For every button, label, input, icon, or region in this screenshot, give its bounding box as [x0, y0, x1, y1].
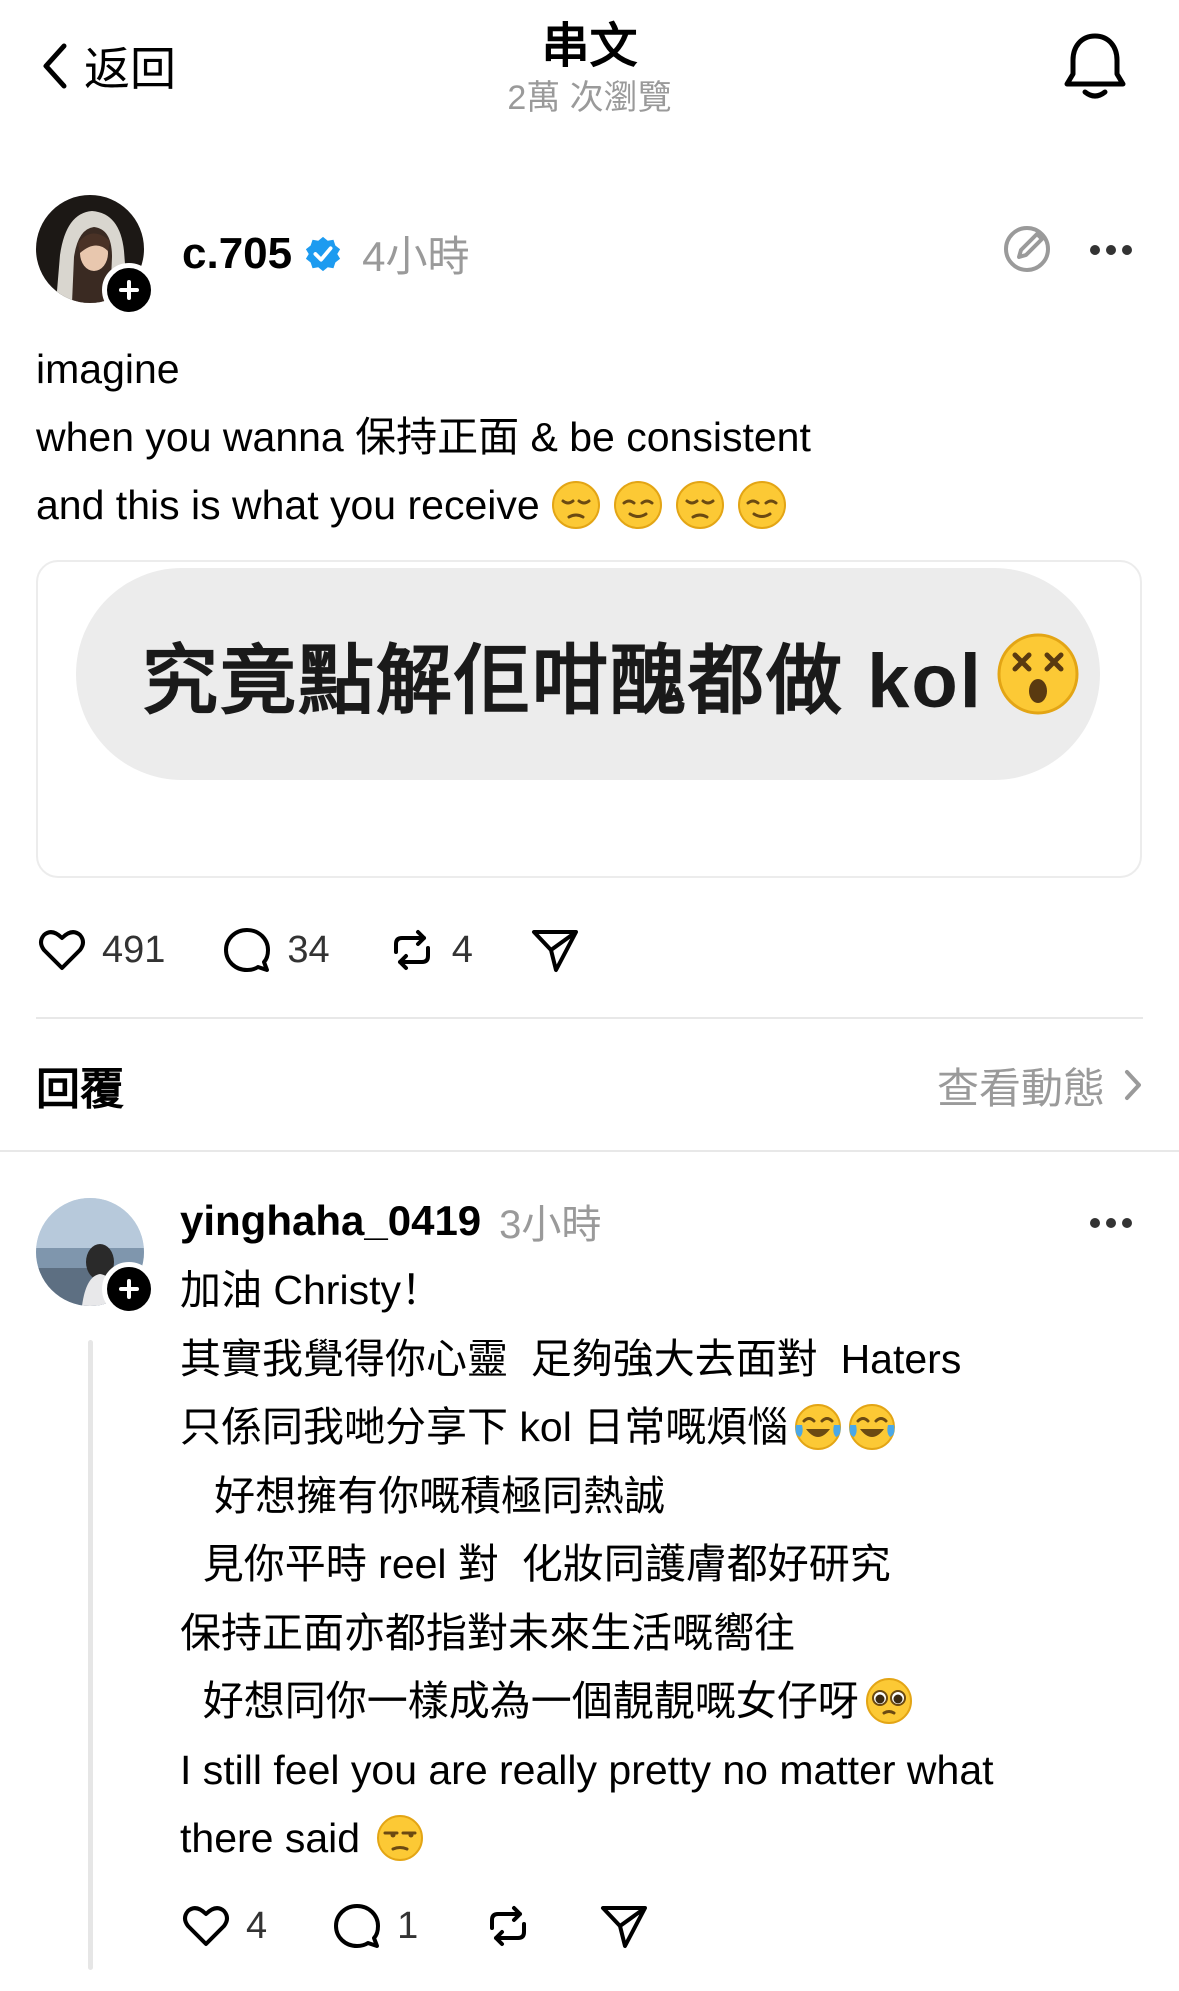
share-icon — [531, 930, 578, 972]
reply-line: 見你平時 reel 對 化妝同護膚都好研究 — [180, 1541, 891, 1587]
reply-username[interactable]: yinghaha_0419 — [180, 1197, 481, 1245]
like-count: 491 — [102, 928, 166, 971]
view-activity-label: 查看動態 — [936, 1064, 1105, 1112]
divider — [0, 1150, 1179, 1152]
reply-line: 保持正面亦都指對未來生活嘅嚮往 — [180, 1609, 795, 1656]
message-bubble: 究竟點解佢咁醜都做 kol — [76, 568, 1100, 780]
repost-button[interactable]: 4 — [386, 924, 473, 976]
relieved-emoji-icon — [737, 481, 786, 529]
replies-header: 回覆 查看動態 — [36, 1050, 1143, 1120]
reply-line: 好想同你一樣成為一個靚靚嘅女仔呀 — [180, 1667, 1140, 1736]
unamused-face-emoji-icon — [377, 1815, 424, 1862]
top-bar: 返回 串文 2萬 次瀏覽 — [0, 0, 1179, 135]
reply-line: there said — [180, 1804, 1140, 1873]
repost-icon — [490, 1906, 527, 1946]
view-activity-link[interactable]: 查看動態 — [937, 1055, 1143, 1116]
follow-button[interactable] — [102, 263, 156, 317]
tears-of-joy-emoji-icon — [795, 1404, 842, 1451]
post-line: imagine — [36, 346, 180, 392]
page-title: 串文 — [541, 20, 638, 73]
reply-text: 加油 Christy！ 其實我覺得你心靈 足夠強大去面對 Haters 只係同我… — [180, 1256, 1140, 1873]
like-button[interactable]: 4 — [180, 1900, 267, 1952]
share-button[interactable] — [529, 924, 581, 976]
divider — [36, 1017, 1143, 1019]
reply-line: 其實我覺得你心靈 足夠強大去面對 Haters — [180, 1335, 962, 1382]
reply-line-text: there said — [180, 1815, 361, 1861]
repost-count: 4 — [451, 928, 473, 971]
reply-actions: 4 1 — [180, 1896, 714, 1956]
follow-button[interactable] — [102, 1262, 156, 1316]
like-count: 4 — [246, 1904, 268, 1947]
more-icon[interactable] — [1089, 243, 1133, 257]
heart-icon — [39, 930, 85, 970]
post-line: and this is what you receive — [36, 471, 1146, 539]
post-time: 4小時 — [362, 233, 470, 280]
reply-line-text: 只係同我哋分享下 kol 日常嘅煩惱 — [180, 1404, 789, 1450]
replies-title: 回覆 — [36, 1065, 124, 1114]
comment-count: 34 — [287, 928, 330, 971]
relieved-emoji-icon — [613, 481, 662, 529]
reply-line: 只係同我哋分享下 kol 日常嘅煩惱 — [180, 1393, 1140, 1462]
post-text: imagine when you wanna 保持正面 & be consist… — [36, 335, 1146, 539]
reply-header: yinghaha_0419 3小時 — [180, 1192, 601, 1250]
pleading-face-emoji-icon — [865, 1678, 912, 1725]
verified-icon — [306, 236, 341, 271]
dizzy-face-emoji-icon — [997, 633, 1079, 715]
repost-button[interactable] — [482, 1900, 534, 1952]
author-row: c.705 4小時 — [182, 223, 469, 284]
reply-line: 加油 Christy！ — [180, 1267, 442, 1313]
post-actions: 491 34 4 — [36, 920, 637, 980]
edit-icon[interactable] — [1001, 223, 1053, 275]
comment-button[interactable]: 1 — [331, 1900, 418, 1952]
more-icon[interactable] — [1089, 1216, 1133, 1230]
comment-icon — [224, 928, 271, 972]
pensive-emoji-icon — [551, 481, 600, 529]
reply-time: 3小時 — [499, 1203, 602, 1247]
view-count: 2萬 次瀏覽 — [507, 79, 672, 117]
tears-of-joy-emoji-icon — [849, 1404, 896, 1451]
comment-icon — [334, 1904, 381, 1948]
share-icon — [601, 1906, 648, 1948]
post-username[interactable]: c.705 — [182, 229, 292, 279]
image-text: 究竟點解佢咁醜都做 kol — [142, 639, 983, 724]
title-block: 串文 2萬 次瀏覽 — [0, 18, 1179, 120]
chevron-right-icon — [1125, 1070, 1141, 1100]
like-button[interactable]: 491 — [36, 924, 165, 976]
thread-line — [88, 1340, 93, 1970]
post-line-text: and this is what you receive — [36, 482, 540, 528]
post-header: c.705 4小時 — [36, 195, 1143, 317]
reply-line: 好想擁有你嘅積極同熱誠 — [180, 1472, 666, 1519]
post-line: when you wanna 保持正面 & be consistent — [36, 414, 811, 460]
heart-icon — [183, 1906, 229, 1946]
comment-count: 1 — [397, 1904, 419, 1947]
repost-icon — [393, 930, 430, 970]
share-button[interactable] — [598, 1900, 650, 1952]
bell-icon[interactable] — [1061, 30, 1129, 102]
pensive-emoji-icon — [675, 481, 724, 529]
comment-button[interactable]: 34 — [221, 924, 330, 976]
reply-line: I still feel you are really pretty no ma… — [180, 1746, 994, 1793]
post-image[interactable]: 究竟點解佢咁醜都做 kol — [36, 560, 1142, 878]
reply-line-text: 好想同你一樣成為一個靚靚嘅女仔呀 — [180, 1678, 859, 1724]
